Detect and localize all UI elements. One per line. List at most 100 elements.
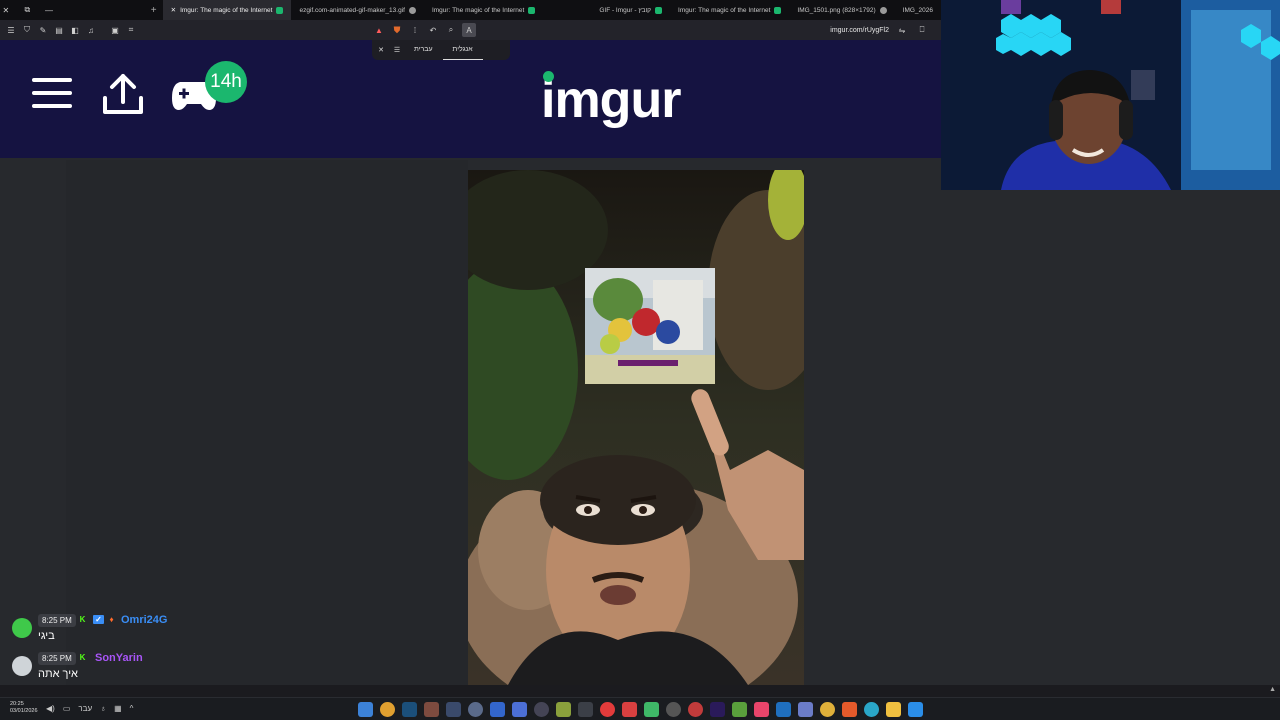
fire-badge-icon: ♦: [109, 615, 114, 624]
app-icon-11[interactable]: [578, 702, 593, 717]
screen: ✕ ⧉ — + ✕ Imgur: The magic of the Intern…: [0, 0, 1280, 720]
tab-imgur-2[interactable]: Imgur: The magic of the Internet: [424, 0, 543, 20]
tab-close-icon[interactable]: ✕: [171, 6, 176, 14]
left-panel: [66, 160, 468, 685]
brush-icon[interactable]: ✎: [36, 23, 50, 37]
brave-shield-icon[interactable]: ⛊: [390, 23, 404, 37]
logo-dot: [543, 71, 554, 82]
app-icon-2[interactable]: [380, 702, 395, 717]
undo-icon[interactable]: ↶: [426, 23, 440, 37]
app-icon-20[interactable]: [776, 702, 791, 717]
display-icon[interactable]: ▭: [63, 704, 71, 713]
restore-window-icon[interactable]: ⧉: [22, 5, 34, 15]
chrome-icon[interactable]: [820, 702, 835, 717]
clock-date: 03/01/2026: [10, 708, 38, 714]
translate-icon[interactable]: A: [462, 23, 476, 37]
tab-gif-imgur[interactable]: GIF - Imgur - קובץ: [543, 0, 670, 20]
alert-icon[interactable]: ▲: [372, 23, 386, 37]
tray-chevron-icon[interactable]: ^: [130, 704, 134, 713]
music-icon[interactable]: ♫: [84, 23, 98, 37]
app-icon-1[interactable]: [358, 702, 373, 717]
app-icon-10[interactable]: [556, 702, 571, 717]
zoom-icon[interactable]: ⌕: [444, 23, 458, 37]
app-icon-16[interactable]: [688, 702, 703, 717]
app-icon-9[interactable]: [534, 702, 549, 717]
screenshot-icon[interactable]: ⌗: [124, 23, 138, 37]
settings-icon[interactable]: [666, 702, 681, 717]
new-tab-button[interactable]: +: [145, 5, 163, 16]
app-icon-21[interactable]: [798, 702, 813, 717]
imgur-favicon-icon: [774, 6, 782, 14]
keyboard-icon[interactable]: ▦: [114, 704, 122, 713]
tab-title: Imgur: The magic of the Internet: [180, 6, 273, 14]
edge-icon[interactable]: [864, 702, 879, 717]
system-clock[interactable]: 20:25 03/01/2026: [10, 701, 38, 715]
tab-ezgif[interactable]: ezgif.com-animated-gif-maker_13.gif: [291, 0, 424, 20]
address-bar[interactable]: imgur.com/rUygFl2: [830, 27, 889, 34]
app-icon-14[interactable]: [644, 702, 659, 717]
imgur-favicon-icon: [276, 6, 284, 14]
music-app-icon[interactable]: [754, 702, 769, 717]
volume-icon[interactable]: ◀): [46, 704, 55, 713]
kick-badge-icon: K: [79, 653, 86, 662]
settings-sliders-icon[interactable]: ⇋: [895, 23, 909, 37]
upload-icon[interactable]: [102, 72, 144, 116]
menu-icon[interactable]: ☰: [4, 23, 18, 37]
language-indicator[interactable]: עבר: [78, 704, 92, 713]
steam-icon[interactable]: [402, 702, 417, 717]
system-tray: ◀) ▭ עבר ♁ ▦ ^: [46, 704, 133, 713]
close-translate-icon[interactable]: ✕: [372, 46, 390, 54]
minimize-window-icon[interactable]: —: [43, 6, 55, 15]
windows-start-icon[interactable]: [908, 702, 923, 717]
shield-icon[interactable]: ⛉: [20, 23, 34, 37]
sidebar-icon[interactable]: ◧: [68, 23, 82, 37]
app-icon-13[interactable]: [622, 702, 637, 717]
brave-icon[interactable]: [842, 702, 857, 717]
translate-option-english[interactable]: אנגלית: [442, 40, 483, 60]
app-icon-18[interactable]: [732, 702, 747, 717]
app-icon-8[interactable]: [512, 702, 527, 717]
imgur-logo[interactable]: imgur: [541, 70, 681, 130]
close-window-icon[interactable]: ✕: [0, 6, 12, 15]
video-frame-image: [468, 170, 804, 685]
microphone-icon[interactable]: ♁: [100, 704, 106, 713]
windows-taskbar: 20:25 03/01/2026 ◀) ▭ עבר ♁ ▦ ^: [0, 697, 1280, 720]
imgur-favicon-icon: [528, 6, 536, 14]
kick-badge-icon: K: [79, 615, 86, 624]
notification-badge[interactable]: 14h: [205, 61, 247, 103]
tab-img-1501[interactable]: IMG_1501.png (828×1792): [789, 0, 894, 20]
premiere-icon[interactable]: [710, 702, 725, 717]
translate-menu-icon[interactable]: ☰: [390, 46, 404, 54]
bookmark-icon[interactable]: ⎕: [915, 23, 929, 37]
tab-title: IMG_2026: [902, 6, 933, 14]
app-icon-4[interactable]: [424, 702, 439, 717]
tab-title: Imgur: The magic of the Internet: [678, 6, 771, 14]
chat-message: 8:25 PM K ✓ ♦ Omri24G ביגי: [10, 612, 270, 650]
chat-timestamp: 8:25 PM: [38, 614, 76, 627]
chat-avatar: [12, 656, 32, 676]
translate-option-hebrew[interactable]: עברית: [404, 40, 443, 60]
verified-badge-icon: ✓: [93, 615, 104, 624]
app-icon-6[interactable]: [468, 702, 483, 717]
tabs-icon[interactable]: ▤: [52, 23, 66, 37]
tab-imgur-3[interactable]: Imgur: The magic of the Internet: [670, 0, 789, 20]
tab-img-2026[interactable]: IMG_2026: [895, 0, 941, 20]
scroll-down-arrow-icon[interactable]: ▲: [1269, 686, 1276, 693]
tab-imgur-active[interactable]: ✕ Imgur: The magic of the Internet: [162, 0, 292, 20]
translate-popup: ✕ ☰ עברית אנגלית: [372, 40, 510, 60]
chat-username[interactable]: Omri24G: [121, 614, 167, 626]
post-video[interactable]: [468, 170, 804, 685]
file-explorer-icon[interactable]: [886, 702, 901, 717]
hamburger-menu-icon[interactable]: [32, 78, 72, 108]
globe-favicon-icon: [879, 6, 887, 14]
imgur-favicon-icon: [655, 6, 663, 14]
chat-avatar: [12, 618, 32, 638]
chat-text: איך אתה: [38, 668, 78, 680]
app-icon-7[interactable]: [490, 702, 505, 717]
app-icon-12[interactable]: [600, 702, 615, 717]
browser-toolbar: ☰ ⛉ ✎ ▤ ◧ ♫ ▣ ⌗ ▲ ⛊ ⁞ ↶ ⌕ A imgur.com/rU…: [0, 20, 941, 40]
panel-icon[interactable]: ▣: [108, 23, 122, 37]
chat-username[interactable]: SonYarin: [95, 652, 143, 664]
app-icon-5[interactable]: [446, 702, 461, 717]
reader-icon[interactable]: ⁞: [408, 23, 422, 37]
